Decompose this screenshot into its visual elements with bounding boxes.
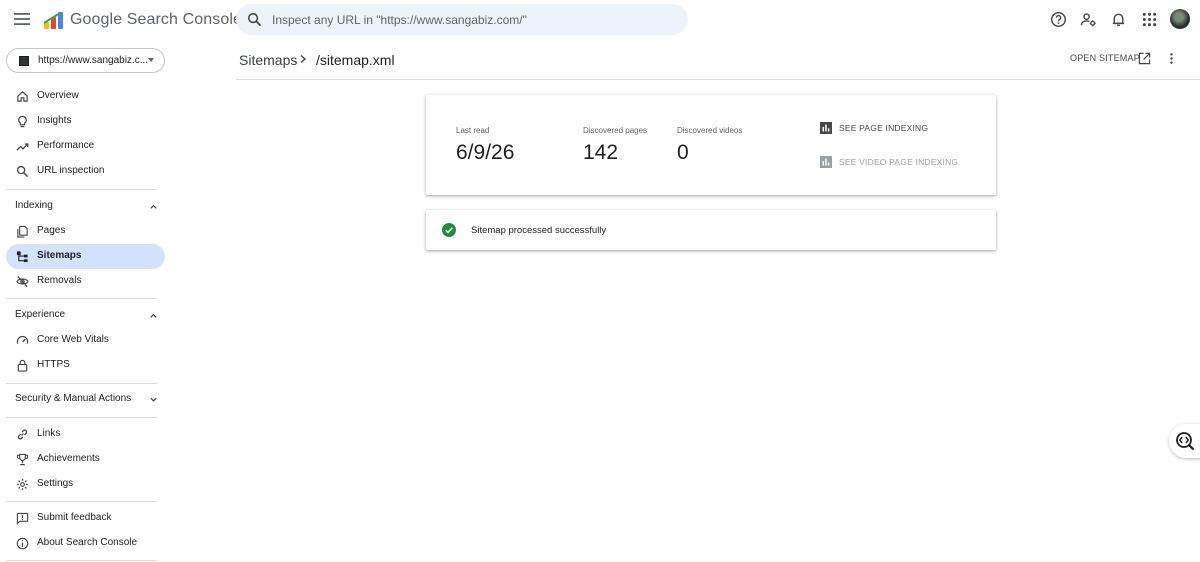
property-label: https://www.sangabiz.c...: [38, 55, 149, 66]
more-vert-icon[interactable]: [1165, 52, 1178, 65]
manage-users-icon[interactable]: [1080, 11, 1097, 28]
sidebar-divider: [6, 383, 157, 384]
see-video-page-indexing-button[interactable]: SEE VIDEO PAGE INDEXING: [820, 155, 960, 169]
sidebar-item-label: Pages: [37, 225, 66, 236]
sidebar-item-label: Core Web Vitals: [37, 334, 109, 345]
bar-chart-icon: [820, 122, 832, 134]
sidebar-divider: [6, 501, 157, 502]
home-icon: [17, 91, 28, 102]
menu-icon[interactable]: [13, 10, 31, 28]
help-icon[interactable]: [1050, 11, 1067, 28]
sidebar-item-label: Insights: [37, 115, 72, 126]
apps-grid-icon[interactable]: [1141, 11, 1158, 28]
chevron-right-icon: [300, 54, 307, 64]
lock-icon: [17, 359, 28, 372]
section-indexing-toggle[interactable]: Indexing: [6, 194, 165, 219]
sidebar-divider: [6, 417, 157, 418]
chevron-up-icon: [150, 204, 157, 209]
sitemap-status-card: Sitemap processed successfully: [426, 210, 996, 250]
section-experience-toggle[interactable]: Experience: [6, 303, 165, 328]
caret-down-icon: [148, 58, 154, 62]
bar-chart-icon: [820, 156, 832, 168]
discovered-pages-label: Discovered pages: [583, 126, 648, 135]
visibility-off-icon: [16, 275, 29, 288]
check-circle-icon: [442, 223, 456, 237]
sidebar-item-label: About Search Console: [37, 537, 138, 548]
sidebar-item-submit-feedback[interactable]: Submit feedback: [6, 506, 165, 531]
section-title: Experience: [15, 309, 66, 320]
sidebar-item-label: Achievements: [37, 453, 100, 464]
chevron-down-icon: [150, 397, 157, 402]
app-title[interactable]: Google Search Console: [70, 11, 242, 29]
sidebar-item-removals[interactable]: Removals: [6, 269, 165, 294]
search-console-logo-icon[interactable]: [43, 10, 65, 30]
sidebar-item-label: Overview: [37, 90, 79, 101]
sidebar-item-label: HTTPS: [37, 359, 70, 370]
sidebar-item-sitemaps[interactable]: Sitemaps: [6, 244, 165, 269]
page-header: Sitemaps /sitemap.xml OPEN SITEMAP: [236, 40, 1200, 80]
see-video-page-indexing-label: SEE VIDEO PAGE INDEXING: [839, 157, 959, 167]
sidebar-item-overview[interactable]: Overview: [6, 84, 165, 109]
sidebar: https://www.sangabiz.c... Overview Insig…: [0, 40, 170, 562]
sidebar-item-label: Sitemaps: [37, 250, 82, 261]
url-inspect-search[interactable]: [236, 4, 688, 35]
last-read-value: 6/9/26: [456, 141, 515, 164]
zoom-code-icon: [1176, 432, 1195, 451]
discovered-pages-value: 142: [583, 141, 619, 164]
sidebar-item-url-inspection[interactable]: URL inspection: [6, 159, 165, 184]
side-panel-button[interactable]: [1169, 424, 1200, 458]
sidebar-item-about[interactable]: About Search Console: [6, 531, 165, 556]
chevron-up-icon: [150, 313, 157, 318]
section-security-toggle[interactable]: Security & Manual Actions: [6, 387, 165, 412]
sidebar-item-label: Links: [37, 428, 61, 439]
speed-icon: [16, 335, 29, 345]
lightbulb-icon: [18, 115, 27, 128]
status-message: Sitemap processed successfully: [471, 225, 607, 236]
see-page-indexing-label: SEE PAGE INDEXING: [839, 123, 929, 133]
discovered-videos-label: Discovered videos: [677, 126, 743, 135]
sidebar-divider: [6, 560, 157, 561]
property-selector[interactable]: https://www.sangabiz.c...: [6, 48, 165, 73]
sitemap-summary-card: Last read 6/9/26 Discovered pages 142 Di…: [426, 95, 996, 195]
sidebar-item-label: Removals: [37, 275, 82, 286]
property-favicon-icon: [19, 56, 29, 66]
trending-up-icon: [16, 143, 29, 151]
link-icon: [17, 429, 28, 440]
section-title: Security & Manual Actions: [15, 393, 132, 404]
last-read-label: Last read: [456, 126, 490, 135]
sidebar-item-achievements[interactable]: Achievements: [6, 447, 165, 472]
page-title: /sitemap.xml: [316, 52, 395, 68]
pages-icon: [17, 225, 28, 238]
sidebar-item-label: Performance: [37, 140, 95, 151]
sidebar-divider: [6, 189, 157, 190]
sidebar-item-pages[interactable]: Pages: [6, 219, 165, 244]
url-inspect-input[interactable]: [272, 4, 672, 35]
account-avatar[interactable]: [1170, 9, 1190, 29]
trophy-icon: [16, 453, 29, 466]
sidebar-item-performance[interactable]: Performance: [6, 134, 165, 159]
sidebar-item-label: Submit feedback: [37, 512, 112, 523]
sidebar-divider: [6, 298, 157, 299]
search-icon: [247, 12, 262, 27]
search-icon: [16, 165, 29, 178]
gear-icon: [16, 478, 29, 491]
notifications-bell-icon[interactable]: [1110, 11, 1127, 28]
see-page-indexing-button[interactable]: SEE PAGE INDEXING: [820, 121, 930, 135]
top-bar: Google Search Console: [0, 0, 1200, 40]
sidebar-item-core-web-vitals[interactable]: Core Web Vitals: [6, 328, 165, 353]
open-in-new-icon[interactable]: [1138, 52, 1151, 65]
sidebar-item-https[interactable]: HTTPS: [6, 353, 165, 378]
sidebar-item-links[interactable]: Links: [6, 422, 165, 447]
sidebar-item-settings[interactable]: Settings: [6, 472, 165, 497]
sidebar-item-insights[interactable]: Insights: [6, 109, 165, 134]
feedback-icon: [16, 512, 29, 525]
discovered-videos-value: 0: [677, 141, 689, 164]
sidebar-item-label: URL inspection: [37, 165, 105, 176]
info-icon: [16, 537, 29, 550]
sitemap-icon: [16, 251, 28, 263]
open-sitemap-button[interactable]: OPEN SITEMAP: [1070, 53, 1140, 63]
sidebar-item-label: Settings: [37, 478, 74, 489]
section-title: Indexing: [15, 200, 53, 211]
breadcrumb-sitemaps[interactable]: Sitemaps: [239, 52, 297, 68]
